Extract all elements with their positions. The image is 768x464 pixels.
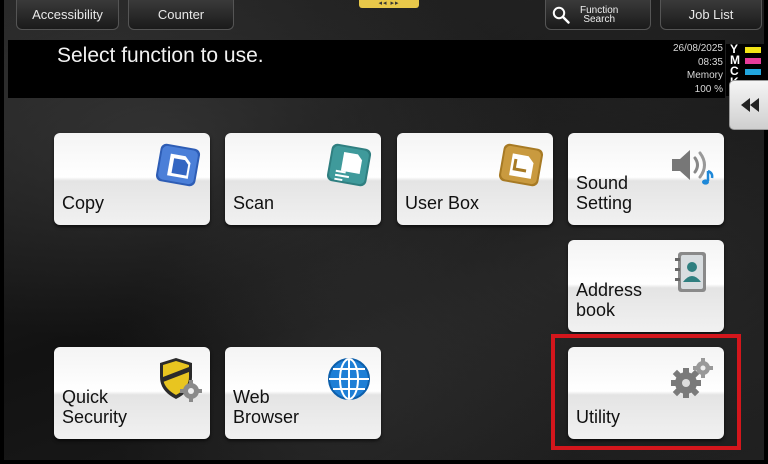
scan-icon [326, 143, 372, 187]
quick-security-label: Quick Security [62, 387, 128, 427]
quick-security-tile[interactable]: Quick Security [54, 347, 210, 439]
shield-gear-icon [160, 358, 202, 402]
status-time: 08:35 [697, 56, 723, 68]
screen-frame: ◂◂ ▸▸ Accessibility Counter Function Sea… [0, 0, 768, 464]
user-box-tile[interactable]: User Box [397, 133, 553, 225]
double-left-arrow-icon [740, 98, 759, 112]
message-text: Select function to use. [57, 44, 264, 67]
function-search-tab[interactable]: Function Search [545, 0, 651, 30]
search-icon [552, 6, 570, 24]
web-browser-tile[interactable]: Web Browser [225, 347, 381, 439]
address-book-tile[interactable]: Address book [568, 240, 724, 332]
copy-label: Copy [62, 193, 105, 213]
message-bar: Select function to use. 26/08/2025 08:35… [8, 40, 725, 98]
address-book-icon [675, 252, 706, 292]
copy-tile[interactable]: Copy [54, 133, 210, 225]
accessibility-tab[interactable]: Accessibility [16, 0, 119, 30]
globe-icon [328, 358, 370, 400]
top-handle[interactable]: ◂◂ ▸▸ [359, 0, 419, 8]
utility-highlight-box [551, 334, 741, 450]
function-search-label: Function Search [580, 4, 619, 25]
speaker-icon [672, 150, 714, 185]
copy-icon [155, 143, 201, 187]
scan-label: Scan [233, 193, 275, 213]
status-block: 26/08/2025 08:35 Memory 100 % [643, 42, 723, 96]
toner-bar-magenta [745, 57, 761, 64]
job-list-tab[interactable]: Job List [660, 0, 762, 30]
sound-setting-tile[interactable]: Sound Setting [568, 133, 724, 225]
counter-tab[interactable]: Counter [128, 0, 234, 30]
web-browser-label: Web Browser [233, 387, 300, 427]
status-date: 26/08/2025 [672, 43, 723, 54]
side-panel-toggle-button[interactable] [729, 80, 768, 130]
scan-tile[interactable]: Scan [225, 133, 381, 225]
user-box-label: User Box [405, 193, 480, 213]
status-memory-label: Memory [686, 70, 723, 81]
toner-bar-yellow [745, 46, 761, 53]
toner-bar-cyan [745, 68, 761, 75]
user-box-icon [498, 143, 544, 187]
sound-setting-label: Sound Setting [576, 173, 633, 213]
status-memory-value: 100 % [694, 83, 723, 95]
address-book-label: Address book [576, 280, 643, 320]
